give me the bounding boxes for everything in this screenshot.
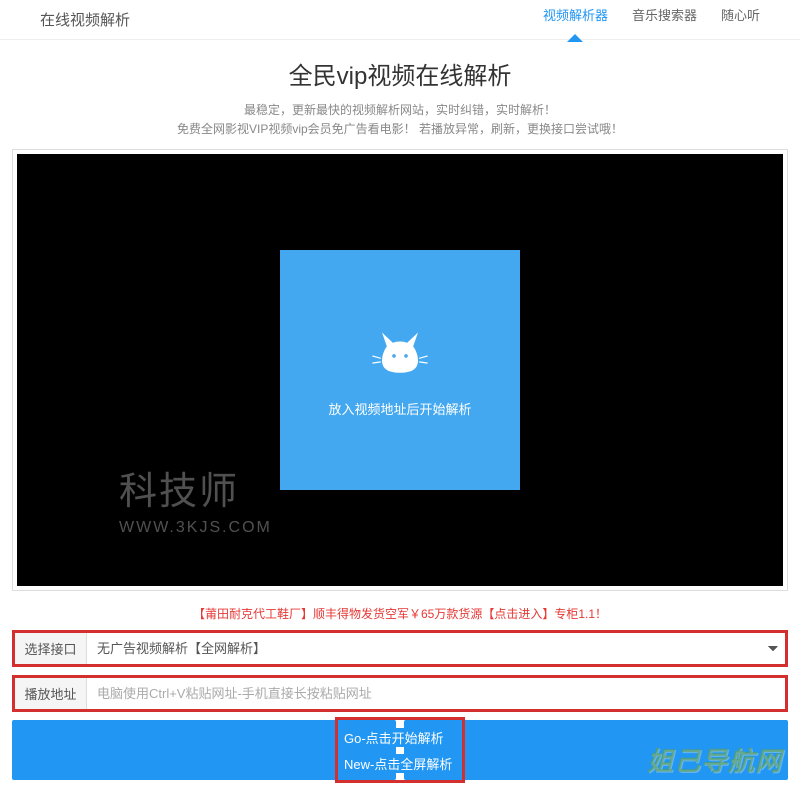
interface-row: 选择接口 无广告视频解析【全网解析】	[12, 630, 788, 667]
url-row: 播放地址	[12, 675, 788, 712]
video-placeholder: 放入视频地址后开始解析	[280, 250, 520, 490]
watermark-line1: 科技师	[119, 460, 272, 515]
placeholder-text: 放入视频地址后开始解析	[328, 399, 471, 418]
url-label: 播放地址	[15, 678, 87, 709]
page-title: 全民vip视频在线解析	[0, 56, 800, 91]
nav-listen[interactable]: 随心听	[721, 5, 760, 34]
interface-select[interactable]: 无广告视频解析【全网解析】	[87, 633, 785, 664]
new-button[interactable]	[404, 720, 788, 780]
watermark-line2: WWW.3KJS.COM	[119, 519, 272, 537]
video-player[interactable]: 放入视频地址后开始解析 科技师 WWW.3KJS.COM	[17, 154, 783, 586]
url-input[interactable]	[87, 678, 785, 709]
nav-links: 视频解析器 音乐搜索器 随心听	[543, 5, 760, 34]
video-container: 放入视频地址后开始解析 科技师 WWW.3KJS.COM	[12, 149, 788, 591]
subtitle-line1: 最稳定，更新最快的视频解析网站，实时纠错，实时解析！	[0, 101, 800, 120]
go-button[interactable]	[12, 720, 396, 780]
interface-label: 选择接口	[15, 633, 87, 664]
top-navigation: 在线视频解析 视频解析器 音乐搜索器 随心听	[0, 0, 800, 40]
watermark: 科技师 WWW.3KJS.COM	[119, 460, 272, 537]
subtitle: 最稳定，更新最快的视频解析网站，实时纠错，实时解析！ 免费全网影视VIP视频vi…	[0, 101, 800, 139]
subtitle-line2: 免费全网影视VIP视频vip会员免广告看电影！ 若播放异常，刷新，更换接口尝试哦…	[0, 120, 800, 139]
promo-ad[interactable]: 【莆田耐克代工鞋厂】顺丰得物发货空军￥65万款货源【点击进入】专柜1.1！	[0, 605, 800, 622]
brand-title: 在线视频解析	[40, 9, 130, 30]
action-buttons: Go-点击开始解析 New-点击全屏解析	[12, 720, 788, 780]
nav-music-search[interactable]: 音乐搜索器	[632, 5, 697, 34]
cat-icon	[370, 323, 430, 383]
nav-video-parser[interactable]: 视频解析器	[543, 5, 608, 34]
